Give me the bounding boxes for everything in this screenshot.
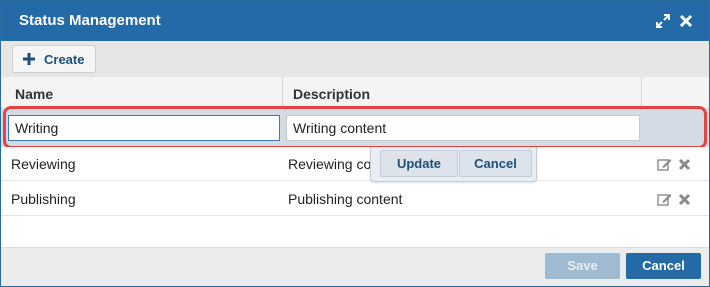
close-icon[interactable] [679, 14, 693, 28]
cancel-button[interactable]: Cancel [626, 253, 701, 279]
row-description: Publishing content [288, 191, 403, 207]
description-input[interactable] [286, 115, 640, 141]
grid-header: Name Description [1, 77, 709, 109]
create-button[interactable]: Create [12, 45, 96, 73]
delete-icon[interactable] [677, 192, 692, 207]
maximize-icon[interactable] [656, 14, 670, 28]
dialog-titlebar: Status Management [1, 1, 709, 41]
row-name: Publishing [11, 191, 76, 207]
editing-row [1, 109, 709, 147]
inline-cancel-button[interactable]: Cancel [459, 150, 532, 177]
column-divider [282, 77, 283, 109]
dialog-title: Status Management [19, 12, 161, 29]
column-header-name[interactable]: Name [15, 86, 53, 102]
inline-edit-actions: Update Cancel [370, 147, 537, 182]
table-row[interactable]: Reviewing Reviewing co [1, 147, 709, 181]
column-header-description[interactable]: Description [293, 86, 370, 102]
dialog-footer: Save Cancel [1, 247, 709, 286]
delete-icon[interactable] [677, 157, 692, 172]
row-name: Reviewing [11, 156, 76, 172]
row-description: Reviewing co [288, 156, 372, 172]
update-button[interactable]: Update [380, 150, 458, 177]
column-divider [641, 77, 642, 109]
name-input[interactable] [8, 115, 280, 141]
save-button[interactable]: Save [545, 253, 620, 279]
plus-icon [22, 52, 36, 66]
status-management-dialog: Status Management Create Name Descriptio… [0, 0, 710, 287]
edit-icon[interactable] [657, 157, 672, 172]
create-button-label: Create [44, 52, 85, 67]
edit-icon[interactable] [657, 192, 672, 207]
table-row[interactable]: Publishing Publishing content [1, 182, 709, 216]
toolbar: Create [1, 41, 709, 77]
